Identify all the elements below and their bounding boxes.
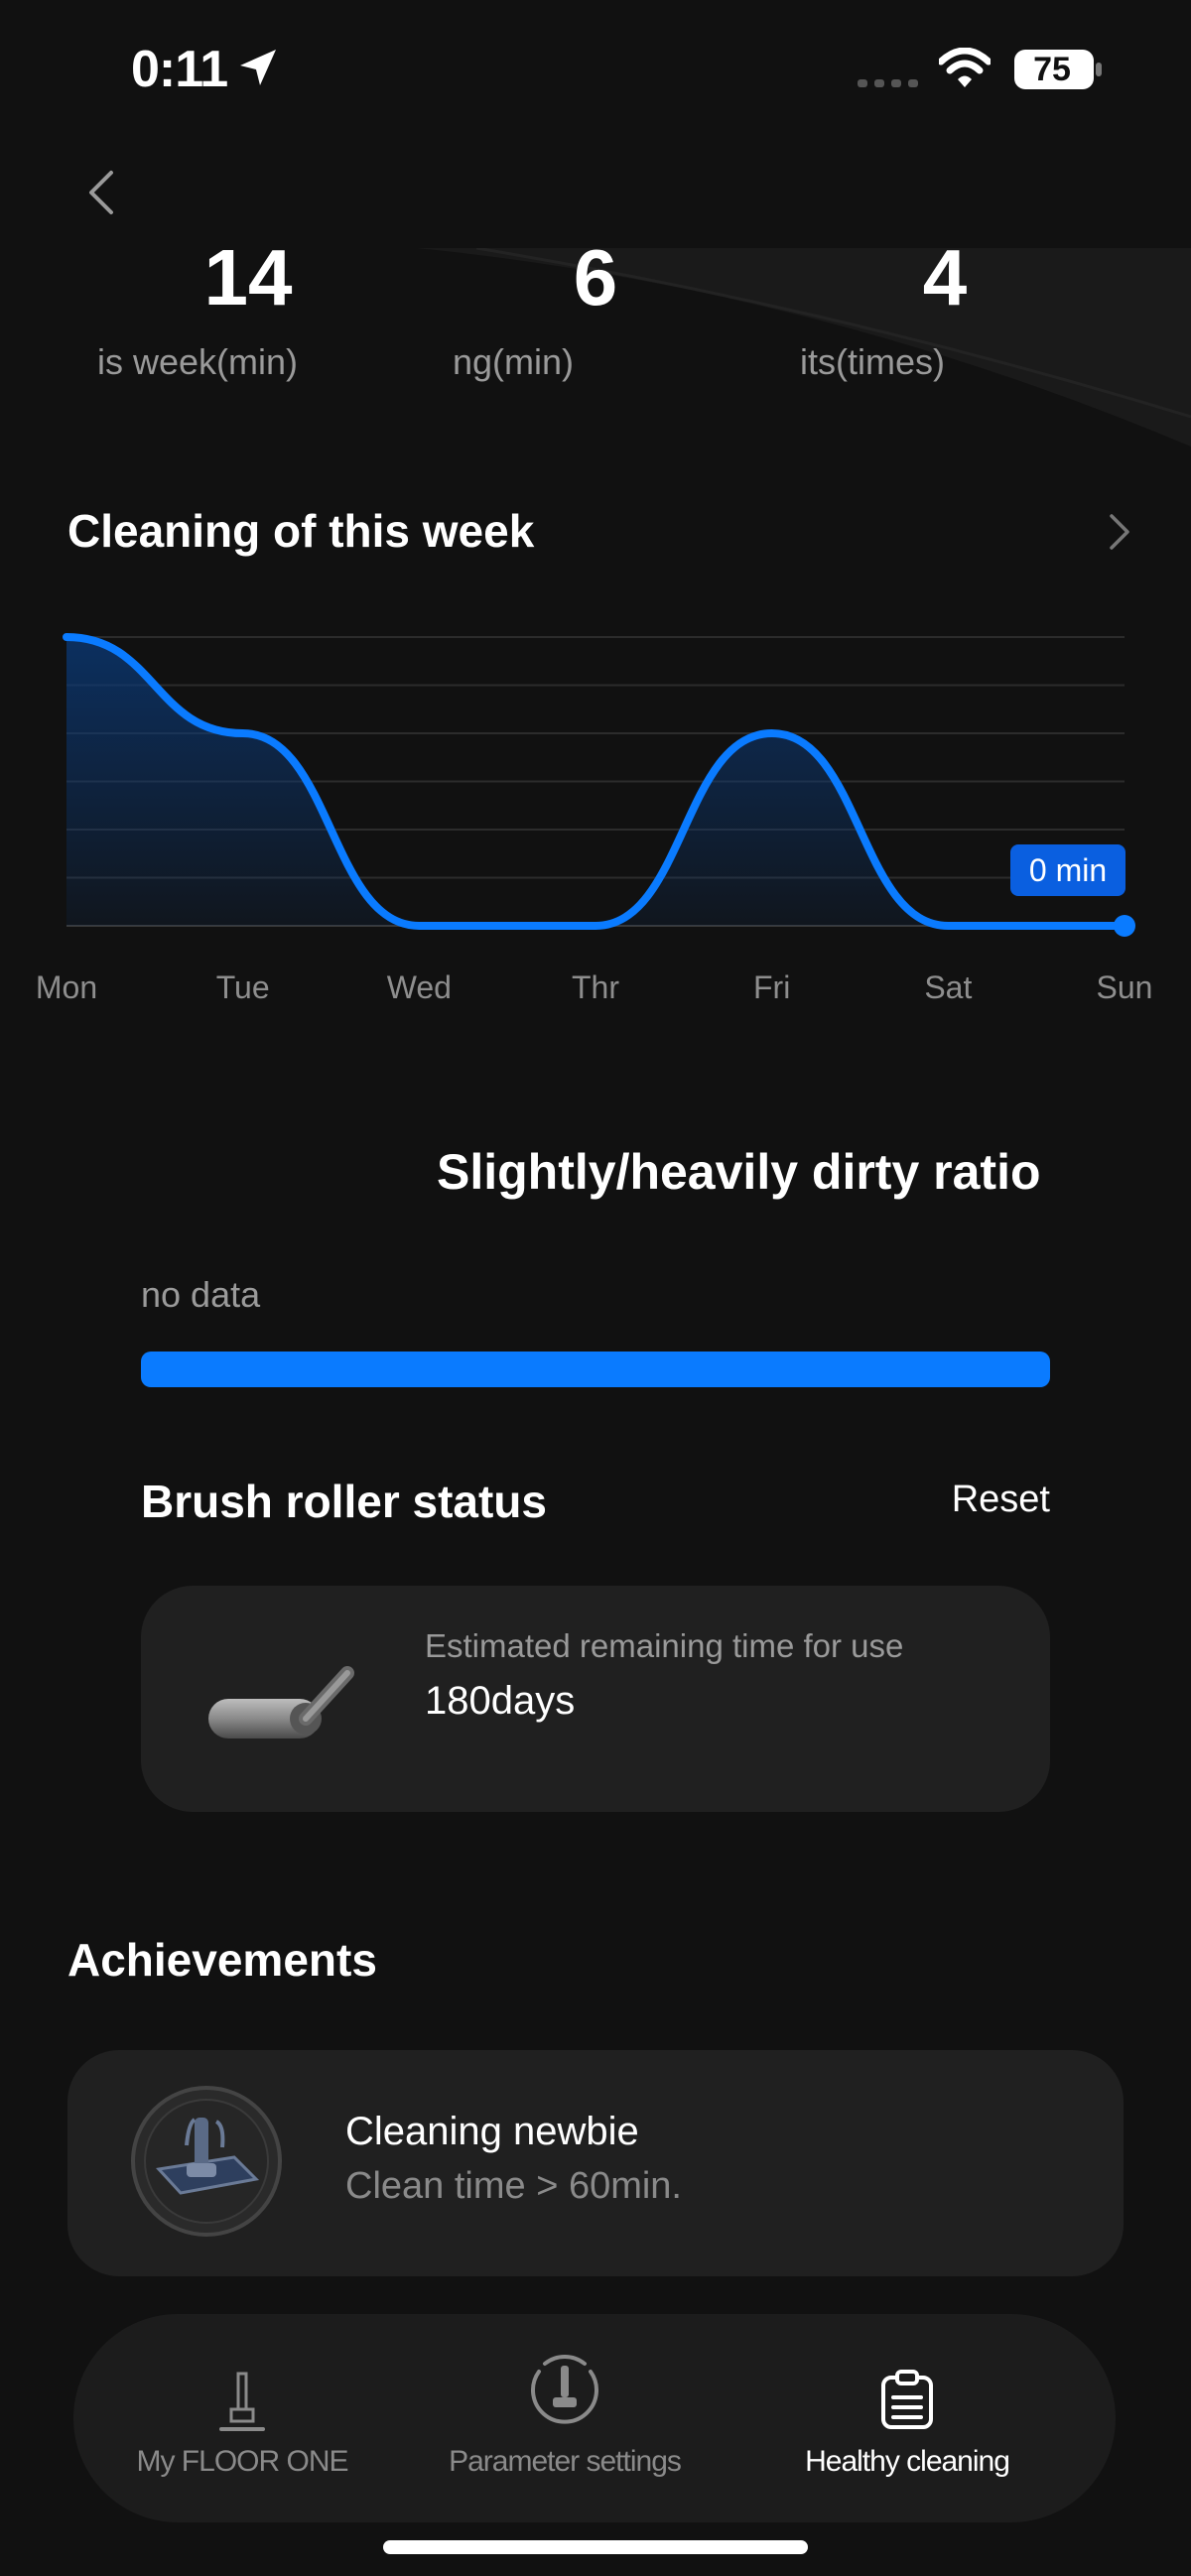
day-label-wed: Wed bbox=[387, 969, 452, 1005]
brush-remaining-label: Estimated remaining time for use bbox=[425, 1627, 904, 1664]
bottom-navigation: My FLOOR ONE Parameter settings Healthy … bbox=[73, 2314, 1116, 2522]
stat-today-label: ng(min) bbox=[453, 341, 575, 382]
week-cleaning-chart: Mon Tue Wed Thr Fri Sat Sun 0 min bbox=[36, 633, 1153, 1005]
dirty-ratio-title: Slightly/heavily dirty ratio bbox=[437, 1144, 1041, 1200]
reset-button[interactable]: Reset bbox=[893, 1479, 1050, 1521]
brush-roller-icon bbox=[208, 1666, 354, 1739]
nav-label: Parameter settings bbox=[449, 2445, 682, 2478]
nav-label: My FLOOR ONE bbox=[136, 2445, 348, 2478]
nav-parameter-settings[interactable]: Parameter settings bbox=[401, 2314, 728, 2522]
dirty-ratio-no-data: no data bbox=[141, 1274, 261, 1315]
chart-point-sun bbox=[1114, 915, 1135, 937]
day-label-sun: Sun bbox=[1097, 969, 1153, 1005]
location-arrow-icon bbox=[240, 50, 276, 85]
battery-level: 75 bbox=[1033, 51, 1071, 88]
brush-roller-title: Brush roller status bbox=[141, 1476, 547, 1527]
stat-week-label: is week(min) bbox=[97, 341, 299, 382]
settings-icon bbox=[531, 2354, 598, 2424]
chart-tooltip: 0 min bbox=[1010, 844, 1125, 896]
achievement-badge-icon bbox=[131, 2086, 282, 2237]
stat-week-value: 14 bbox=[203, 233, 293, 322]
nav-my-floor-one[interactable]: My FLOOR ONE bbox=[103, 2314, 381, 2522]
achievements-title: Achievements bbox=[67, 1934, 377, 1986]
cellular-signal-icon bbox=[858, 79, 918, 87]
day-label-mon: Mon bbox=[36, 969, 97, 1005]
stat-count-label: its(times) bbox=[800, 341, 945, 382]
day-label-sat: Sat bbox=[924, 969, 972, 1005]
week-chart-title: Cleaning of this week bbox=[67, 505, 535, 557]
achievement-name: Cleaning newbie bbox=[345, 2110, 639, 2153]
vacuum-icon bbox=[219, 2372, 265, 2431]
nav-label: Healthy cleaning bbox=[805, 2445, 1010, 2478]
chevron-right-icon[interactable] bbox=[1106, 512, 1133, 552]
day-label-fri: Fri bbox=[753, 969, 790, 1005]
wifi-icon bbox=[939, 48, 991, 87]
achievement-description: Clean time > 60min. bbox=[345, 2165, 682, 2207]
clipboard-icon bbox=[881, 2370, 933, 2429]
day-label-tue: Tue bbox=[216, 969, 270, 1005]
home-indicator bbox=[383, 2540, 808, 2554]
nav-healthy-cleaning[interactable]: Healthy cleaning bbox=[748, 2314, 1066, 2522]
brush-remaining-days: 180days bbox=[425, 1679, 576, 1723]
day-label-thr: Thr bbox=[572, 969, 619, 1005]
back-chevron-icon[interactable] bbox=[83, 167, 119, 218]
status-time: 0:11 bbox=[131, 41, 228, 98]
chart-tooltip-text: 0 min bbox=[1029, 852, 1107, 888]
stat-today-value: 6 bbox=[573, 233, 618, 322]
dirty-ratio-bar bbox=[141, 1352, 1050, 1387]
stat-count-value: 4 bbox=[922, 233, 968, 322]
